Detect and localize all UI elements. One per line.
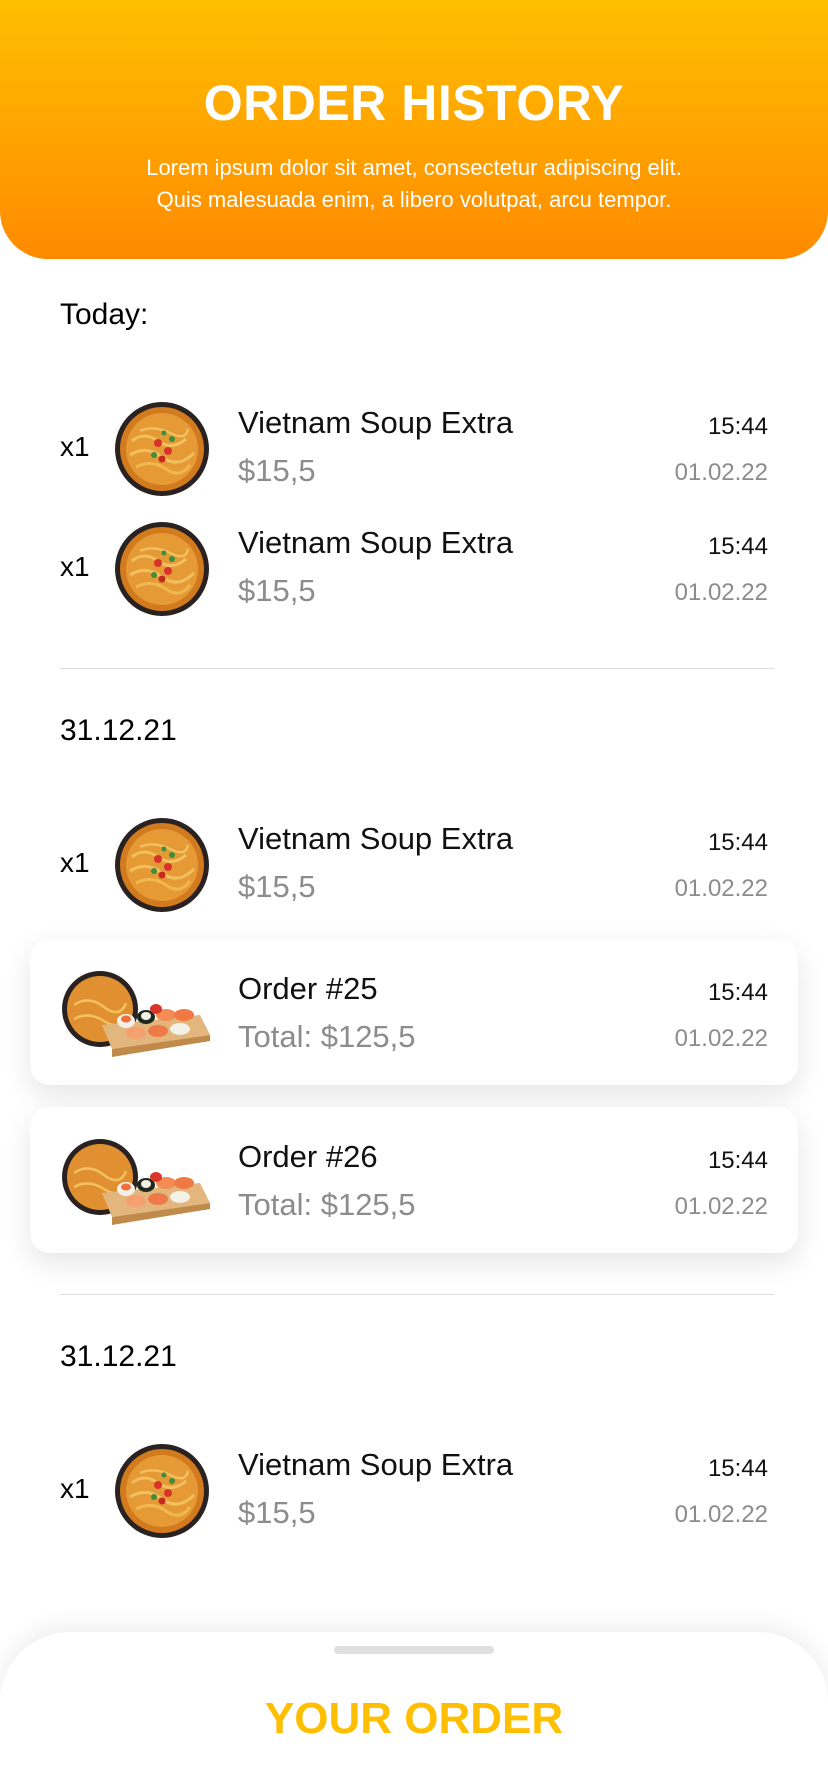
order-number: Order #25 — [238, 971, 378, 1006]
subtitle-line-1: Lorem ipsum dolor sit amet, consectetur … — [146, 155, 682, 180]
item-date: 01.02.22 — [674, 1501, 768, 1528]
soup-and-sushi-image — [60, 1137, 212, 1227]
item-name: Vietnam Soup Extra — [238, 1447, 514, 1482]
page-subtitle: Lorem ipsum dolor sit amet, consectetur … — [80, 152, 748, 216]
order-number: Order #26 — [238, 1139, 378, 1174]
item-price: $15,5 — [238, 453, 316, 488]
section-label-date: 31.12.21 — [60, 1340, 177, 1373]
item-date: 01.02.22 — [674, 459, 768, 486]
page-title: ORDER HISTORY — [203, 75, 625, 131]
item-quantity: x1 — [60, 847, 90, 878]
order-date: 01.02.22 — [674, 1193, 768, 1220]
item-price: $15,5 — [238, 869, 316, 904]
item-quantity: x1 — [60, 431, 90, 462]
item-time: 15:44 — [707, 533, 768, 560]
item-time: 15:44 — [707, 413, 768, 440]
section-divider — [60, 668, 774, 669]
order-card-26[interactable]: Order #26 Total: $125,5 15:44 01.02.22 — [30, 1107, 798, 1253]
soup-bowl-image — [114, 817, 210, 913]
order-item[interactable]: x1 Vietnam Soup Extra $15,5 15:44 01.02.… — [0, 521, 828, 621]
item-time: 15:44 — [707, 829, 768, 856]
item-name: Vietnam Soup Extra — [238, 405, 514, 440]
order-time: 15:44 — [707, 1147, 768, 1174]
sheet-drag-handle[interactable] — [334, 1646, 494, 1654]
item-name: Vietnam Soup Extra — [238, 821, 514, 856]
item-date: 01.02.22 — [674, 579, 768, 606]
section-divider — [60, 1294, 774, 1295]
subtitle-line-2: Quis malesuada enim, a libero volutpat, … — [156, 187, 672, 212]
item-date: 01.02.22 — [674, 875, 768, 902]
section-label-today: Today: — [60, 298, 149, 331]
soup-bowl-image — [114, 521, 210, 617]
item-name: Vietnam Soup Extra — [238, 525, 514, 560]
your-order-title: YOUR ORDER — [264, 1694, 564, 1743]
item-price: $15,5 — [238, 1495, 316, 1530]
item-quantity: x1 — [60, 1473, 90, 1504]
your-order-sheet[interactable]: YOUR ORDER — [0, 1632, 828, 1792]
soup-bowl-image — [114, 1443, 210, 1539]
order-total: Total: $125,5 — [238, 1187, 416, 1222]
header-banner: ORDER HISTORY Lorem ipsum dolor sit amet… — [0, 0, 828, 259]
soup-and-sushi-image — [60, 969, 212, 1059]
soup-bowl-image — [114, 401, 210, 497]
order-item[interactable]: x1 Vietnam Soup Extra $15,5 15:44 01.02.… — [0, 1443, 828, 1543]
order-date: 01.02.22 — [674, 1025, 768, 1052]
item-time: 15:44 — [707, 1455, 768, 1482]
order-total: Total: $125,5 — [238, 1019, 416, 1054]
order-item[interactable]: x1 Vietnam Soup Extra $15,5 15:44 01.02.… — [0, 817, 828, 917]
order-card-25[interactable]: Order #25 Total: $125,5 15:44 01.02.22 — [30, 939, 798, 1085]
section-label-date: 31.12.21 — [60, 714, 177, 747]
item-quantity: x1 — [60, 551, 90, 582]
item-price: $15,5 — [238, 573, 316, 608]
order-time: 15:44 — [707, 979, 768, 1006]
order-item[interactable]: x1 Vietnam Soup Extra $15,5 15:44 01.02.… — [0, 401, 828, 501]
